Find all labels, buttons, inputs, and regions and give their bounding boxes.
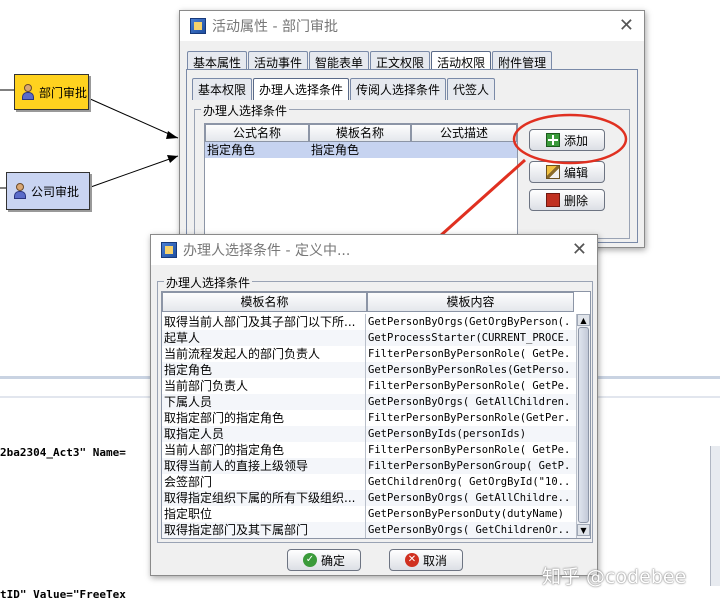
template-content-cell: GetPersonByPersonDuty(dutyName) <box>368 508 564 520</box>
template-content-cell: FilterPersonByPersonRole(GetPer... <box>368 412 572 424</box>
table-row[interactable]: 取得当前人的直接上级领导 FilterPersonByPersonGroup( G… <box>162 458 590 474</box>
template-content-cell: FilterPersonByPersonRole( GetPe... <box>368 380 572 392</box>
table-row[interactable]: 当前流程发起人的部门负责人 FilterPersonByPersonRole( G… <box>162 346 590 362</box>
template-content-cell: GetPersonByPersonRoles(GetPerso... <box>368 364 572 376</box>
template-name-cell: 当前流程发起人的部门负责人 <box>162 346 366 362</box>
template-name-cell: 会签部门 <box>162 474 366 490</box>
template-content-cell: FilterPersonByPersonRole( GetPe... <box>368 444 572 456</box>
template-content-cell: GetPersonByOrgs( GetAllChildre... <box>368 492 572 504</box>
template-name-cell: 下属人员 <box>162 394 366 410</box>
template-name-cell: 取得当前人的直接上级领导 <box>162 458 366 474</box>
table-row[interactable]: 当前部门负责人 FilterPersonByPersonRole( GetPe..… <box>162 378 590 394</box>
handler-condition-dialog: 办理人选择条件 - 定义中... ✕ 办理人选择条件 模板名称 模板内容 取得当… <box>150 234 598 576</box>
table-row[interactable]: 取得指定部门及其下属部门 GetPersonByOrgs( GetChildren… <box>162 522 590 538</box>
cancel-label: 取消 <box>422 553 447 568</box>
template-table: 模板名称 模板内容 取得当前人部门及其子部门以下所... GetPersonByO… <box>161 291 591 539</box>
watermark: 知乎 @codebee <box>542 566 687 588</box>
table-header: 模板名称 模板内容 <box>162 292 590 312</box>
table-row[interactable]: 起草人 GetProcessStarter(CURRENT_PROCE... <box>162 330 590 346</box>
dialog-title: 办理人选择条件 - 定义中... <box>183 243 351 259</box>
template-content-cell: GetPersonByOrgs(GetOrgByPerson(... <box>368 316 572 328</box>
template-name-cell: 起草人 <box>162 330 366 346</box>
template-name-cell: 取得指定组织下属的所有下级组织... <box>162 490 366 506</box>
column-header[interactable]: 模板名称 <box>162 292 367 312</box>
close-icon[interactable]: ✕ <box>572 239 587 260</box>
scroll-thumb[interactable] <box>578 327 589 523</box>
table-row[interactable]: 指定职位 GetPersonByPersonDuty(dutyName) <box>162 506 590 522</box>
group-label: 办理人选择条件 <box>164 274 253 291</box>
template-name-cell: 取得当前人部门及其子部门以下所... <box>162 314 366 330</box>
table-row[interactable]: 会签部门 GetChildrenOrg( GetOrgById("10... <box>162 474 590 490</box>
table-row[interactable]: 取得指定组织下属的所有下级组织... GetPersonByOrgs( GetAl… <box>162 490 590 506</box>
table-row[interactable]: 下属人员 GetPersonByOrgs( GetAllChildren... <box>162 394 590 410</box>
cancel-icon: ✕ <box>404 553 419 567</box>
table-row[interactable]: 取得当前人部门及其子部门以下所... GetPersonByOrgs(GetOrg… <box>162 314 590 330</box>
template-name-cell: 指定角色 <box>162 362 366 378</box>
ok-button[interactable]: ✓ 确定 <box>287 549 361 571</box>
ok-label: 确定 <box>320 553 345 568</box>
checkmark-icon: ✓ <box>302 553 317 567</box>
template-name-cell: 当前部门负责人 <box>162 378 366 394</box>
template-name-cell: 指定职位 <box>162 506 366 522</box>
template-content-cell: GetProcessStarter(CURRENT_PROCE... <box>368 332 572 344</box>
column-header[interactable]: 模板内容 <box>367 292 574 312</box>
template-name-cell: 取得指定部门及其下属部门 <box>162 522 366 538</box>
scroll-up-icon[interactable]: ▲ <box>577 314 590 326</box>
table-scrollbar[interactable]: ▲ ▼ <box>576 314 590 538</box>
template-content-cell: GetPersonByIds(personIds) <box>368 428 527 440</box>
template-name-cell: 取指定人员 <box>162 426 366 442</box>
app-icon <box>161 242 177 258</box>
table-body: 取得当前人部门及其子部门以下所... GetPersonByOrgs(GetOrg… <box>162 314 590 538</box>
table-row[interactable]: 指定角色 GetPersonByPersonRoles(GetPerso... <box>162 362 590 378</box>
dialog-titlebar[interactable]: 办理人选择条件 - 定义中... <box>151 235 597 265</box>
template-content-cell: GetChildrenOrg( GetOrgById("10... <box>368 476 572 488</box>
template-content-cell: GetPersonByOrgs( GetAllChildren... <box>368 396 572 408</box>
cancel-button[interactable]: ✕ 取消 <box>389 549 463 571</box>
template-name-cell: 当前人部门的指定角色 <box>162 442 366 458</box>
template-content-cell: FilterPersonByPersonRole( GetPe... <box>368 348 572 360</box>
table-row[interactable]: 当前人部门的指定角色 FilterPersonByPersonRole( GetP… <box>162 442 590 458</box>
table-row[interactable]: 取指定部门的指定角色 FilterPersonByPersonRole(GetPe… <box>162 410 590 426</box>
template-content-cell: FilterPersonByPersonGroup( GetP... <box>368 460 572 472</box>
table-row[interactable]: 取指定人员 GetPersonByIds(personIds) <box>162 426 590 442</box>
scroll-down-icon[interactable]: ▼ <box>577 524 590 536</box>
template-content-cell: GetPersonByOrgs( GetChildrenOr... <box>368 524 572 536</box>
template-name-cell: 取指定部门的指定角色 <box>162 410 366 426</box>
